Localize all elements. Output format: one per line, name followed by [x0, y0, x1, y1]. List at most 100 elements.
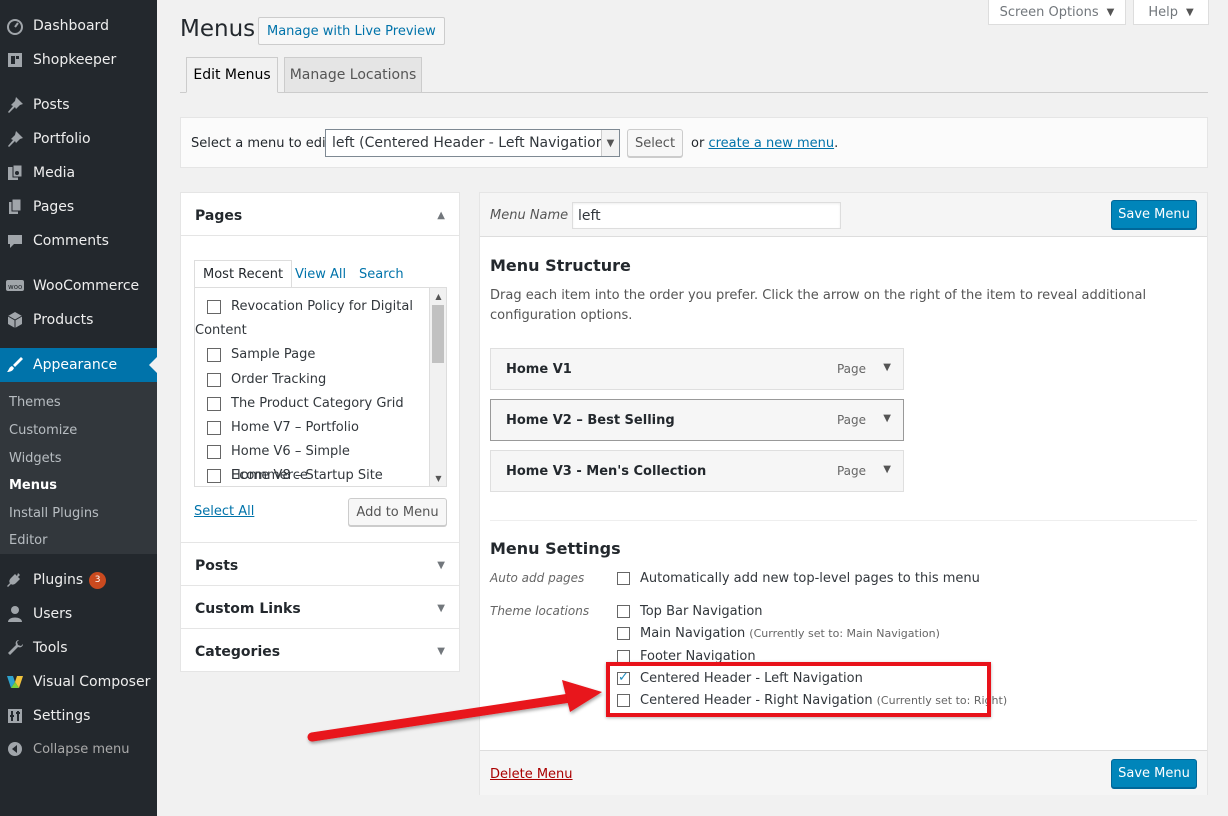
submenu-themes[interactable]: Themes: [9, 395, 61, 410]
sidebar-item-label: Products: [33, 312, 94, 328]
user-icon: [6, 605, 24, 623]
checkbox[interactable]: [207, 373, 221, 387]
list-item[interactable]: Home V8 – Startup Site: [207, 464, 429, 486]
sidebar-item-tools[interactable]: Tools: [0, 631, 157, 665]
save-menu-button[interactable]: Save Menu: [1111, 200, 1197, 229]
menu-item[interactable]: Home V2 – Best Selling Page ▼: [490, 399, 904, 441]
tab-edit-menus[interactable]: Edit Menus: [186, 57, 278, 93]
chevron-down-icon[interactable]: ▼: [883, 362, 891, 373]
sidebar-item-plugins[interactable]: Plugins 3: [0, 563, 157, 597]
list-item[interactable]: Revocation Policy for Digital: [207, 295, 429, 319]
scrollbar[interactable]: ▲ ▼: [429, 288, 446, 486]
sidebar-item-label: Tools: [33, 640, 68, 656]
chevron-down-icon[interactable]: ▼: [437, 646, 445, 657]
menu-name-label: Menu Name: [490, 208, 569, 223]
location-option-main[interactable]: Main Navigation (Currently set to: Main …: [617, 626, 940, 641]
chevron-down-icon[interactable]: ▼: [437, 603, 445, 614]
menu-name-input[interactable]: left: [572, 202, 841, 229]
pages-section-title[interactable]: Pages: [195, 208, 242, 224]
categories-section-title[interactable]: Categories: [195, 644, 280, 660]
submenu-install-plugins[interactable]: Install Plugins: [9, 506, 99, 521]
sidebar-item-users[interactable]: Users: [0, 597, 157, 631]
submenu-menus[interactable]: Menus: [9, 478, 57, 493]
select-button[interactable]: Select: [627, 129, 683, 157]
scroll-down-icon[interactable]: ▼: [430, 470, 446, 486]
checkbox[interactable]: [617, 627, 630, 640]
checkbox[interactable]: [617, 605, 630, 618]
list-item[interactable]: Sample Page: [207, 343, 429, 367]
submenu-editor[interactable]: Editor: [9, 533, 47, 548]
delete-menu-link[interactable]: Delete Menu: [490, 767, 573, 782]
checkbox[interactable]: [617, 572, 630, 585]
tab-manage-locations[interactable]: Manage Locations: [284, 57, 422, 93]
shopkeeper-icon: [6, 51, 24, 69]
posts-section-title[interactable]: Posts: [195, 558, 238, 574]
tab-view-all[interactable]: View All: [295, 260, 346, 288]
sidebar-item-label: Settings: [33, 708, 91, 724]
caret-down-icon: ▼: [1106, 6, 1115, 18]
chevron-down-icon[interactable]: ▼: [883, 464, 891, 475]
sidebar-item-dashboard[interactable]: Dashboard: [0, 9, 157, 43]
checkbox[interactable]: [207, 469, 221, 483]
page-label: Home V8 – Startup Site: [231, 468, 383, 483]
screen-options-toggle[interactable]: Screen Options ▼: [988, 0, 1126, 25]
sidebar-item-shopkeeper[interactable]: Shopkeeper: [0, 43, 157, 77]
sidebar-item-portfolio[interactable]: Portfolio: [0, 122, 157, 156]
sidebar-item-settings[interactable]: Settings: [0, 699, 157, 733]
pages-checklist[interactable]: Revocation Policy for Digital Content Sa…: [194, 287, 447, 487]
checkbox[interactable]: [207, 300, 221, 314]
vc-icon: [6, 673, 24, 691]
checkbox[interactable]: [207, 445, 221, 459]
add-menu-items-accordion: Pages ▲ Most Recent View All Search Revo…: [180, 192, 460, 672]
chevron-down-icon[interactable]: ▼: [437, 560, 445, 571]
tab-search[interactable]: Search: [359, 260, 404, 288]
menu-select-value: left (Centered Header - Left Navigation): [332, 135, 611, 151]
menu-select-dropdown[interactable]: left (Centered Header - Left Navigation)…: [325, 129, 620, 157]
select-all-link[interactable]: Select All: [194, 504, 254, 519]
menu-item-title: Home V2 – Best Selling: [506, 413, 675, 428]
period-text: .: [834, 136, 839, 151]
scroll-thumb[interactable]: [432, 305, 444, 363]
add-to-menu-button[interactable]: Add to Menu: [348, 498, 447, 526]
checkbox[interactable]: [207, 397, 221, 411]
location-option-top-bar[interactable]: Top Bar Navigation: [617, 604, 763, 619]
sidebar-item-label: Appearance: [33, 357, 118, 373]
custom-links-section-title[interactable]: Custom Links: [195, 601, 301, 617]
pages-tabs: Most Recent View All Search: [194, 260, 447, 288]
chevron-up-icon[interactable]: ▲: [437, 210, 445, 221]
submenu-widgets[interactable]: Widgets: [9, 451, 62, 466]
sidebar-item-media[interactable]: Media: [0, 156, 157, 190]
menu-item[interactable]: Home V3 - Men's Collection Page ▼: [490, 450, 904, 492]
create-new-menu-link[interactable]: create a new menu: [708, 136, 834, 151]
checkbox[interactable]: [207, 348, 221, 362]
help-toggle[interactable]: Help ▼: [1133, 0, 1209, 25]
sidebar-item-label: Posts: [33, 97, 70, 113]
sidebar-item-label: Visual Composer: [33, 674, 151, 690]
chevron-down-icon[interactable]: ▼: [883, 413, 891, 424]
sidebar-item-pages[interactable]: Pages: [0, 190, 157, 224]
list-item[interactable]: Home V7 – Portfolio: [207, 416, 429, 440]
auto-add-option[interactable]: Automatically add new top-level pages to…: [617, 571, 980, 586]
menu-item[interactable]: Home V1 Page ▼: [490, 348, 904, 390]
sidebar-item-comments[interactable]: Comments: [0, 224, 157, 258]
page-label: Sample Page: [231, 347, 316, 362]
scroll-up-icon[interactable]: ▲: [430, 288, 446, 304]
location-label: Main Navigation: [640, 626, 746, 641]
sidebar-item-products[interactable]: Products: [0, 303, 157, 337]
sidebar-item-visual-composer[interactable]: Visual Composer: [0, 665, 157, 699]
sidebar-item-woocommerce[interactable]: woo WooCommerce: [0, 269, 157, 303]
sidebar-item-posts[interactable]: Posts: [0, 88, 157, 122]
sidebar-item-label: Users: [33, 606, 73, 622]
menu-structure-description: Drag each item into the order you prefer…: [490, 288, 1147, 323]
tab-most-recent[interactable]: Most Recent: [194, 260, 293, 288]
list-item[interactable]: Order Tracking: [207, 368, 429, 392]
collapse-menu-button[interactable]: Collapse menu: [0, 732, 157, 766]
media-icon: [6, 164, 24, 182]
manage-live-preview-button[interactable]: Manage with Live Preview: [258, 17, 445, 45]
divider: [490, 520, 1197, 521]
submenu-customize[interactable]: Customize: [9, 423, 77, 438]
list-item[interactable]: The Product Category Grid: [207, 392, 429, 416]
checkbox[interactable]: [207, 421, 221, 435]
save-menu-button[interactable]: Save Menu: [1111, 759, 1197, 788]
sidebar-item-appearance[interactable]: Appearance: [0, 348, 157, 382]
